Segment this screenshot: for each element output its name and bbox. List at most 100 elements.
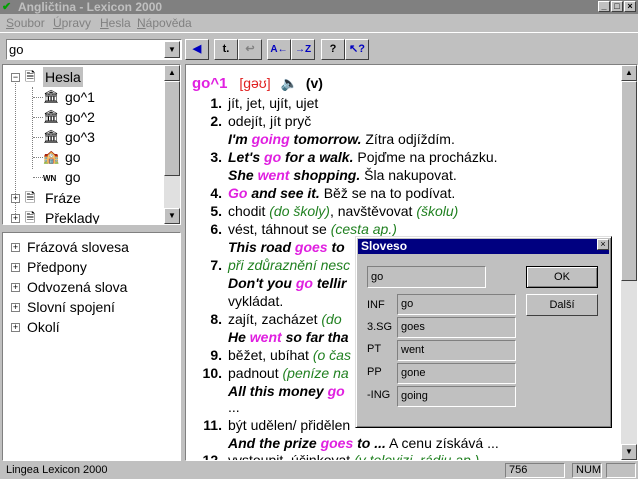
category-list[interactable]: + Frázová slovesa + Předpony + Odvozená … [2, 232, 181, 461]
tree-item-go3[interactable]: go^3 [65, 127, 95, 147]
search-input[interactable] [9, 42, 164, 57]
to-back-icon[interactable]: →Z [291, 39, 315, 60]
example-line: She went shopping. Šla nakupovat. [228, 167, 457, 183]
example-line: He went so far tha [228, 329, 349, 345]
category-odvozena-slova[interactable]: Odvozená slova [27, 277, 127, 297]
ok-button[interactable]: OK [526, 266, 598, 288]
example-line: All this money go [228, 383, 345, 399]
building-icon: 🏛 [43, 129, 60, 144]
document-icon: 🗎 [25, 210, 36, 225]
sense-text: běžet, ubíhat (o čas [228, 347, 351, 363]
category-okoli[interactable]: Okolí [27, 317, 60, 337]
example-line: And the prize goes to ... A cenu získává… [228, 435, 499, 451]
entry-scrollbar[interactable]: ▲ ▼ [621, 65, 637, 460]
menu-bar: Soubor Úpravy Hesla Nápověda [0, 14, 638, 31]
scroll-thumb[interactable] [621, 81, 637, 281]
close-button[interactable]: × [624, 1, 636, 12]
part-of-speech: (v) [305, 75, 323, 91]
status-num: NUM [572, 463, 602, 478]
tree-item-go2[interactable]: go^2 [65, 107, 95, 127]
status-bar: Lingea Lexicon 2000 756 NUM [0, 461, 638, 479]
expand-fraze[interactable]: + [11, 194, 20, 203]
scroll-up-icon[interactable]: ▲ [164, 65, 180, 81]
expand-preklady[interactable]: + [11, 214, 20, 223]
form-label: PP [367, 366, 382, 378]
scroll-thumb[interactable] [164, 81, 180, 176]
sense-text: vystoupit, účinkovat (v televizi, rádiu … [228, 452, 480, 461]
title-bar: ✔ Angličtina - Lexicon 2000 _ □ × [0, 0, 638, 14]
next-button[interactable]: Další [526, 294, 598, 316]
form-label: PT [367, 343, 382, 355]
tree-item-hesla[interactable]: Hesla [43, 67, 83, 87]
sense-number: 9. [210, 347, 222, 363]
form-value-pt[interactable]: went [397, 340, 516, 361]
document-icon: 🗎 [25, 69, 36, 84]
form-value-pp[interactable]: gone [397, 363, 516, 384]
context-help-icon[interactable]: ↖? [345, 39, 369, 60]
menu-hesla[interactable]: Hesla [100, 16, 131, 30]
forward-icon[interactable]: ↩ [238, 39, 262, 60]
expand-frazova-slovesa[interactable]: + [11, 243, 20, 252]
expand-odvozena-slova[interactable]: + [11, 283, 20, 292]
menu-soubor[interactable]: Soubor [6, 16, 45, 30]
app-icon[interactable]: ✔ [2, 1, 14, 13]
form-value-inf[interactable]: go [397, 294, 516, 315]
category-frazova-slovesa[interactable]: Frázová slovesa [27, 237, 129, 257]
scroll-down-icon[interactable]: ▼ [164, 208, 180, 224]
menu-napoveda[interactable]: Nápověda [137, 16, 192, 30]
document-icon: 🗎 [25, 190, 36, 205]
sense-number: 10. [202, 365, 222, 381]
verb-word-field[interactable]: go [367, 266, 486, 288]
form-label: INF [367, 299, 385, 311]
status-text: Lingea Lexicon 2000 [6, 464, 108, 476]
sense-text: při zdůraznění nesc [228, 257, 351, 273]
example-line: I'm going tomorrow. Zítra odjíždím. [228, 131, 455, 147]
category-predpony[interactable]: Předpony [27, 257, 87, 277]
maximize-button[interactable]: □ [611, 1, 623, 12]
sense-text: vést, táhnout se (cesta ap.) [228, 221, 397, 237]
tree-item-preklady[interactable]: Překlady [45, 208, 99, 224]
tree-item-go1[interactable]: go^1 [65, 87, 95, 107]
building-icon: 🏛 [43, 109, 60, 124]
building-icon: 🏫 [43, 149, 60, 164]
sense-number: 1. [210, 95, 222, 111]
expand-okoli[interactable]: + [11, 323, 20, 332]
tree-scrollbar[interactable]: ▲ ▼ [164, 65, 180, 224]
building-icon: 🏛 [43, 89, 60, 104]
sense-number: 12. [202, 452, 222, 461]
menu-upravy[interactable]: Úpravy [53, 16, 91, 30]
toolbar: ▼ ◀ t. ↩ A← →Z ? ↖? [0, 32, 638, 64]
sense-text: chodit (do školy), navštěvovat (školu) [228, 203, 459, 219]
close-icon[interactable]: × [597, 239, 609, 250]
form-value-3sg[interactable]: goes [397, 317, 516, 338]
help-icon[interactable]: ? [321, 39, 345, 60]
search-combobox[interactable]: ▼ [6, 39, 182, 60]
tree-item-fraze[interactable]: Fráze [45, 188, 81, 208]
form-value-ing[interactable]: going [397, 386, 516, 407]
tree-item-go-a[interactable]: go [65, 147, 81, 167]
sense-number: 6. [210, 221, 222, 237]
tree-item-go-b[interactable]: go [65, 167, 81, 187]
entry-tree[interactable]: − 🗎 Hesla 🏛 go^1 🏛 go^2 🏛 go^3 🏫 go WN g… [2, 64, 181, 225]
category-slovni-spojeni[interactable]: Slovní spojení [27, 297, 115, 317]
sense-number: 5. [210, 203, 222, 219]
example-line: Go and see it. Běž se na to podívat. [228, 185, 456, 201]
sense-number: 7. [210, 257, 222, 273]
sense-text: ... [228, 399, 240, 415]
scroll-down-icon[interactable]: ▼ [621, 444, 637, 460]
sense-text: vykládat. [228, 293, 284, 309]
speaker-icon[interactable]: 🔈 [281, 75, 298, 91]
minimize-button[interactable]: _ [598, 1, 610, 12]
example-line: This road goes to [228, 239, 345, 255]
sense-number: 8. [210, 311, 222, 327]
from-back-icon[interactable]: A← [267, 39, 291, 60]
bookmark-icon[interactable]: ◀ [185, 39, 209, 60]
expand-slovni-spojeni[interactable]: + [11, 303, 20, 312]
scroll-up-icon[interactable]: ▲ [621, 65, 637, 81]
collapse-hesla[interactable]: − [11, 73, 20, 82]
up-icon[interactable]: t. [214, 39, 238, 60]
chevron-down-icon[interactable]: ▼ [164, 41, 180, 58]
expand-predpony[interactable]: + [11, 263, 20, 272]
form-label: 3.SG [367, 321, 393, 333]
sense-text: zajít, zacházet (do [228, 311, 342, 327]
